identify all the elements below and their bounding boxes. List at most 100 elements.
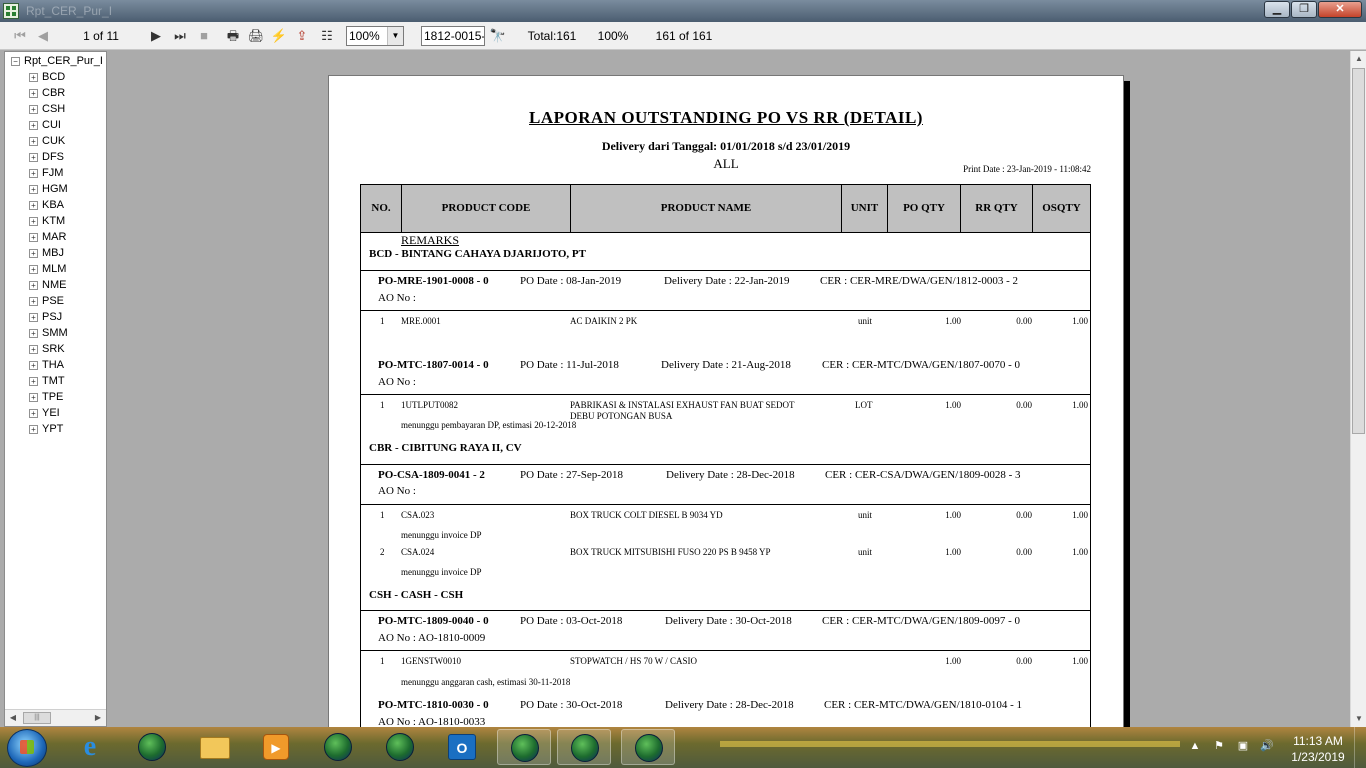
show-hidden-icons-icon[interactable]: ▲ [1188,739,1202,753]
tree-item-label: PSJ [42,311,63,323]
clock[interactable]: 11:13 AM 1/23/2019 [1284,733,1352,765]
tree-item[interactable]: + YPT [29,421,63,437]
tree-item[interactable]: + SMM [29,325,68,341]
app-icon[interactable] [3,3,19,19]
volume-icon[interactable]: 🔊 [1260,739,1274,753]
expand-icon[interactable]: + [29,264,38,274]
stop-icon[interactable]: ■ [195,27,213,45]
first-page-icon[interactable]: ⏮ [11,27,29,45]
show-desktop-button[interactable] [1354,727,1366,768]
expand-icon[interactable]: + [29,344,38,354]
po-date: PO Date : 11-Jul-2018 [520,359,619,371]
group-tree-icon[interactable]: ☷ [318,27,336,45]
taskbar-item-app[interactable] [557,729,611,765]
scroll-thumb[interactable] [1352,68,1365,434]
expand-icon[interactable]: + [29,72,38,82]
zoom-select[interactable]: 100% ▼ [346,26,404,46]
tree-item[interactable]: + MAR [29,229,66,245]
print-icon[interactable]: 🖶 [224,27,242,45]
expand-icon[interactable]: + [29,376,38,386]
expand-icon[interactable]: + [29,136,38,146]
close-button[interactable]: ✕ [1318,1,1362,18]
expand-icon[interactable]: + [29,120,38,130]
refresh-icon[interactable]: ⚡ [270,27,288,45]
tree-item[interactable]: + FJM [29,165,63,181]
expand-icon[interactable]: + [29,328,38,338]
tree-item[interactable]: + HGM [29,181,68,197]
taskbar-item-ie[interactable]: e [63,729,117,765]
expand-icon[interactable]: + [29,280,38,290]
expand-icon[interactable]: + [29,184,38,194]
tree-item[interactable]: + BCD [29,69,65,85]
expand-icon[interactable]: + [29,296,38,306]
tree-item[interactable]: + KTM [29,213,65,229]
tree-item[interactable]: + CUK [29,133,65,149]
taskbar-item-app[interactable] [621,729,675,765]
tree-item[interactable]: + MLM [29,261,66,277]
taskbar-item-outlook[interactable]: O [435,729,489,765]
expand-icon[interactable]: + [29,200,38,210]
tree-item[interactable]: + TPE [29,389,63,405]
flag-icon[interactable]: ⚑ [1212,739,1226,753]
tree-item[interactable]: + YEI [29,405,60,421]
report-toolbar: ⏮ ◀ 1 of 11 ▶ ⏭ ■ 🖶 🖨 ⚡ ⇪ ☷ 100% ▼ 🔭 Tot… [0,22,1366,50]
tree-item[interactable]: + DFS [29,149,64,165]
report-viewer: LAPORAN OUTSTANDING PO VS RR (DETAIL) De… [108,51,1350,727]
expand-icon[interactable]: + [29,392,38,402]
tree-item[interactable]: + TMT [29,373,65,389]
scroll-up-icon[interactable]: ▲ [1351,51,1366,67]
scroll-left-icon[interactable]: ◀ [5,710,21,726]
scroll-right-icon[interactable]: ▶ [90,710,106,726]
expand-icon[interactable]: + [29,152,38,162]
maximize-button[interactable]: ❐ [1291,1,1317,18]
minimize-button[interactable]: ▁ [1264,1,1290,18]
percent-label: 100% [597,29,629,43]
scroll-thumb[interactable]: ||| [23,712,51,724]
prev-page-icon[interactable]: ◀ [34,27,52,45]
tree-root[interactable]: − Rpt_CER_Pur_I [11,53,103,69]
taskbar-item-app[interactable] [497,729,551,765]
tree-item[interactable]: + PSJ [29,309,62,325]
report-vertical-scrollbar[interactable]: ▲ ▼ [1350,51,1366,727]
chevron-down-icon[interactable]: ▼ [387,27,403,45]
expand-icon[interactable]: + [29,104,38,114]
last-page-icon[interactable]: ⏭ [171,27,189,45]
export-icon[interactable]: ⇪ [293,27,311,45]
search-icon[interactable]: 🔭 [489,27,507,45]
expand-icon[interactable]: + [29,408,38,418]
tree-horizontal-scrollbar[interactable]: ◀ ||| ▶ [5,709,106,726]
expand-icon[interactable]: + [29,312,38,322]
print-setup-icon[interactable]: 🖨 [247,27,265,45]
tree-item[interactable]: + THA [29,357,64,373]
expand-icon[interactable]: + [29,424,38,434]
expand-icon[interactable]: + [29,216,38,226]
network-icon[interactable]: ▣ [1236,739,1250,753]
scroll-down-icon[interactable]: ▼ [1351,711,1366,727]
tree-item[interactable]: + MBJ [29,245,64,261]
expand-icon[interactable]: + [29,88,38,98]
item-note: menunggu invoice DP [401,567,482,577]
collapse-icon[interactable]: − [11,56,20,66]
cer-number: CER : CER-MTC/DWA/GEN/1807-0070 - 0 [822,359,1020,371]
delivery-date: Delivery Date : 28-Dec-2018 [666,469,795,481]
tree-item[interactable]: + NME [29,277,66,293]
expand-icon[interactable]: + [29,232,38,242]
expand-icon[interactable]: + [29,168,38,178]
start-orb-icon[interactable] [7,729,47,767]
expand-icon[interactable]: + [29,248,38,258]
tree-item[interactable]: + CUI [29,117,61,133]
taskbar-item-app[interactable] [373,729,427,765]
taskbar-item-app[interactable] [125,729,179,765]
expand-icon[interactable]: + [29,360,38,370]
tree-item[interactable]: + CSH [29,101,65,117]
tree-item[interactable]: + CBR [29,85,65,101]
tree-item[interactable]: + PSE [29,293,64,309]
taskbar-item-app[interactable] [311,729,365,765]
next-page-icon[interactable]: ▶ [147,27,165,45]
taskbar-item-media[interactable]: ▶ [249,729,303,765]
search-input[interactable] [421,26,485,46]
tree-item[interactable]: + KBA [29,197,64,213]
tree-item[interactable]: + SRK [29,341,65,357]
cer-number: CER : CER-MTC/DWA/GEN/1809-0097 - 0 [822,615,1020,627]
taskbar-item-explorer[interactable] [187,729,241,765]
